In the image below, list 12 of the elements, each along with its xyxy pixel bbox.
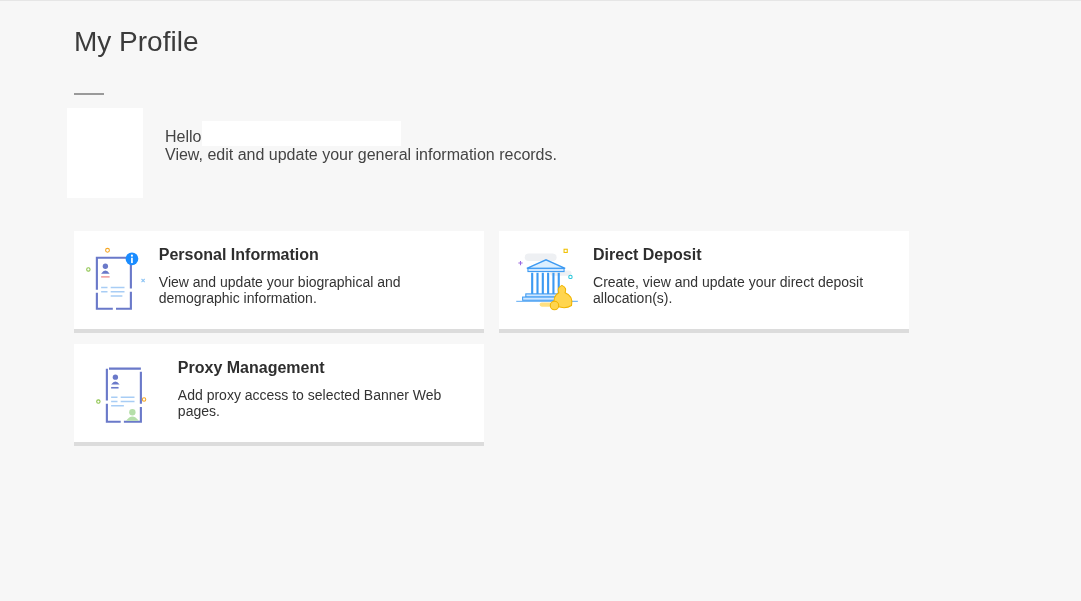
card-title: Proxy Management: [177, 358, 326, 378]
card-title: Personal Information: [158, 245, 320, 265]
card-description: View and update your biographical and demographic information.: [158, 274, 402, 306]
hello-text: Hello: [165, 128, 202, 146]
menu-card[interactable]: Direct Deposit Create, view and update your direct deposit allocation(s).: [499, 231, 909, 333]
card-title: Direct Deposit: [593, 245, 703, 265]
card-description: Create, view and update your direct deposit allocation(s).: [593, 274, 865, 306]
page-title: My Profile: [74, 25, 200, 58]
subtitle-text: View, edit and update your general information records.: [165, 146, 557, 164]
card-description: Add proxy access to selected Banner Web pages.: [177, 387, 443, 419]
menu-card[interactable]: Proxy Management Add proxy access to selected Banner Web pages.: [74, 344, 484, 446]
menu-card[interactable]: Personal Information View and update your biographical and demographic information.: [74, 231, 484, 333]
